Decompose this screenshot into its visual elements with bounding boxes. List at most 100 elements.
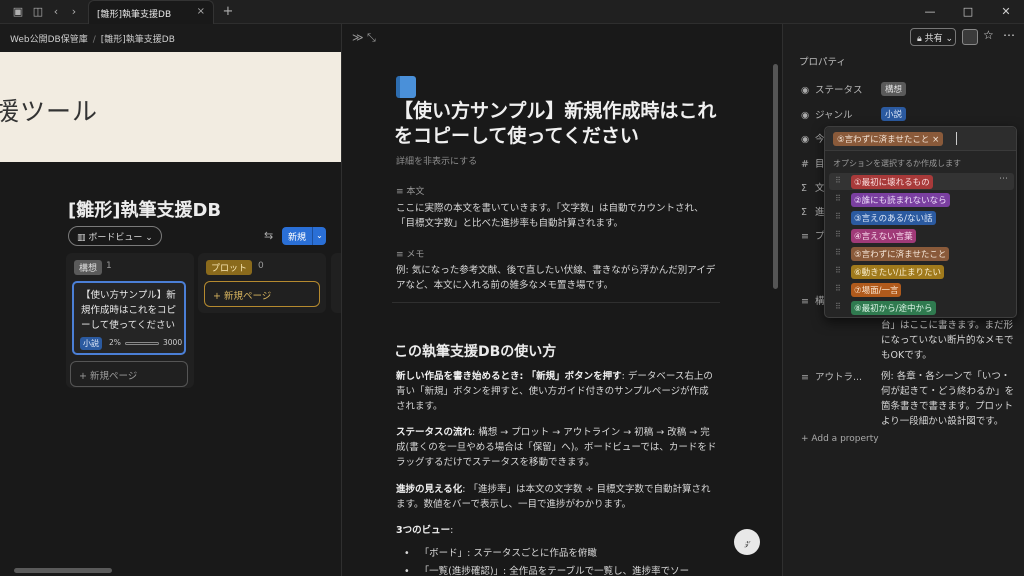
select-option[interactable]: ⠿ ①最初に壊れるもの ⋯	[829, 173, 1014, 190]
breadcrumb-separator: /	[92, 35, 96, 45]
vertical-scrollbar[interactable]	[773, 64, 778, 289]
memo-property-label: ≡ メモ	[396, 250, 425, 260]
property-row-genre[interactable]: ◉ ジャンル	[801, 107, 853, 121]
more-icon[interactable]: ⋯	[999, 174, 1008, 184]
select-option[interactable]: ⠿ ⑤言わずに済ませたこと	[829, 245, 1014, 262]
new-button-label: 新規	[288, 233, 307, 243]
sort-icon[interactable]: ⇆	[264, 229, 273, 242]
remove-icon[interactable]: ×	[932, 135, 939, 145]
body-property-label: ≡ 本文	[396, 187, 425, 197]
paragraph[interactable]: 3つのビュー:	[396, 523, 718, 538]
side-panel-icon[interactable]	[962, 29, 978, 45]
ai-assist-icon[interactable]: 𝓏	[734, 529, 760, 555]
board-column-partial	[331, 253, 341, 313]
chevron-down-icon: ⌄	[142, 233, 153, 243]
view-label: ボードビュー	[88, 233, 143, 243]
genre-value-tag[interactable]: 小説	[881, 107, 907, 121]
collapse-icon[interactable]: ≫ ⤡	[352, 31, 376, 45]
select-hint: オプションを選択するか作成します	[833, 159, 961, 168]
new-page-button[interactable]: + 新規ページ	[204, 281, 320, 307]
property-row[interactable]: # 目	[801, 156, 825, 170]
close-window-icon[interactable]: ✕	[996, 4, 1016, 20]
properties-title: プロパティ	[799, 57, 846, 68]
status-icon: ◉	[801, 85, 810, 96]
drag-handle-icon[interactable]: ⠿	[835, 266, 841, 275]
maximize-icon[interactable]: □	[958, 4, 978, 20]
select-icon: ◉	[801, 110, 810, 121]
breadcrumb-item[interactable]: [雛形]執筆支援DB	[101, 35, 175, 45]
select-option[interactable]: ⠿ ⑦場面/一言	[829, 281, 1014, 298]
new-tab-icon[interactable]: +	[220, 4, 236, 20]
memo-text[interactable]: 例: 気になった参考文献、後で直したい伏線、書きながら浮かんだ別アイデアなど、本…	[396, 263, 718, 293]
property-row[interactable]: ≡ プ	[801, 228, 825, 242]
list-item[interactable]: 「一覧(進捗確認)」: 全作品をテーブルで一覧し、進捗率でソー	[404, 563, 724, 576]
divider	[392, 302, 720, 303]
board-card[interactable]: 【使い方サンプル】新規作成時はこれをコピーして使ってください 小説 2% 300…	[72, 281, 186, 355]
tab-close-icon[interactable]: ×	[197, 6, 205, 17]
drag-handle-icon[interactable]: ⠿	[835, 302, 841, 311]
drag-handle-icon[interactable]: ⠿	[835, 248, 841, 257]
star-icon[interactable]: ☆	[983, 28, 994, 42]
column-count: 1	[106, 261, 112, 271]
view-switcher[interactable]: ▥ ボードビュー ⌄	[68, 226, 162, 246]
card-genre-tag: 小説	[80, 337, 102, 350]
select-option[interactable]: ⠿ ⑧最初から/途中から	[829, 299, 1014, 316]
property-row-status[interactable]: ◉ ステータス	[801, 82, 863, 96]
breadcrumb: Web公開DB保管庫 / [雛形]執筆支援DB	[0, 24, 341, 52]
paragraph[interactable]: ステータスの流れ: 構想 → プロット → アウトライン → 初稿 → 改稿 →…	[396, 425, 718, 470]
number-icon: #	[801, 159, 809, 170]
paragraph[interactable]: 進捗の見える化: 「進捗率」は本文の文字数 ÷ 目標文字数で自動計算されます。数…	[396, 482, 718, 512]
select-option[interactable]: ⠿ ④言えない言葉	[829, 227, 1014, 244]
selected-option-chip[interactable]: ⑤言わずに済ませたこと ×	[833, 132, 944, 146]
page-title[interactable]: 【使い方サンプル】新規作成時はこれをコピーして使ってください	[394, 99, 734, 149]
drag-handle-icon[interactable]: ⠿	[835, 212, 841, 221]
breadcrumb-item[interactable]: Web公開DB保管庫	[10, 35, 88, 45]
drag-handle-icon[interactable]: ⠿	[835, 284, 841, 293]
select-icon: ◉	[801, 134, 810, 145]
drag-handle-icon[interactable]: ⠿	[835, 176, 841, 185]
select-search-input[interactable]: ⑤言わずに済ませたこと ×	[825, 127, 1016, 151]
horizontal-scrollbar[interactable]	[14, 568, 112, 573]
share-button[interactable]: 🔒︎ 共有 ⌄	[910, 28, 956, 46]
paragraph[interactable]: 新しい作品を書き始めるとき: 「新規」ボタンを押す: データベース右上の青い「新…	[396, 369, 718, 414]
select-option[interactable]: ⠿ ②誰にも読まれないなら	[829, 191, 1014, 208]
title-bar: ▣ ◫ ‹ › [雛形]執筆支援DB × + — □ ✕	[0, 0, 1024, 24]
column-status-tag: プロット	[206, 260, 253, 275]
body-text[interactable]: ここに実際の本文を書いていきます。「文字数」は自動でカウントされ、「目標文字数」…	[396, 201, 716, 231]
tab-title: [雛形]執筆支援DB	[97, 10, 172, 20]
back-icon[interactable]: ‹	[48, 4, 64, 20]
select-option[interactable]: ⠿ ③言えのある/ない話	[829, 209, 1014, 226]
text-icon: ≡	[801, 296, 809, 307]
property-row[interactable]: ◉ 今	[801, 131, 825, 145]
more-icon[interactable]: ⋯	[1003, 28, 1015, 42]
new-button[interactable]: 新規 ⌄	[282, 227, 326, 245]
property-text-value[interactable]: 例: 各章・各シーンで「いつ・何が起きて・どう終わるか」を箇条書きで書きます。プ…	[881, 369, 1019, 429]
app-icon[interactable]: ▣	[10, 4, 26, 20]
add-property-button[interactable]: + Add a property	[801, 434, 879, 444]
status-value-tag[interactable]: 構想	[881, 82, 907, 96]
property-text-value[interactable]: 台」はここに書きます。まだ形になっていない断片的なメモでもOKです。	[881, 318, 1019, 363]
section-heading[interactable]: この執筆支援DBの使い方	[394, 341, 556, 361]
drag-handle-icon[interactable]: ⠿	[835, 194, 841, 203]
formula-icon: Σ	[801, 207, 808, 218]
board-icon: ▥	[77, 233, 89, 243]
property-row[interactable]: ≡ 構	[801, 293, 825, 307]
minimize-icon[interactable]: —	[920, 4, 940, 20]
text-icon: ≡	[396, 187, 407, 197]
book-icon[interactable]	[396, 76, 416, 98]
chevron-down-icon[interactable]: ⌄	[312, 227, 326, 245]
column-status-tag: 構想	[74, 260, 103, 275]
property-row-outline[interactable]: ≡ アウトラ...	[801, 369, 862, 383]
select-option[interactable]: ⠿ ⑥動きたい/止まりたい	[829, 263, 1014, 280]
forward-icon[interactable]: ›	[66, 4, 82, 20]
column-count: 0	[258, 261, 264, 271]
hide-details-link[interactable]: 詳細を非表示にする	[396, 154, 477, 167]
sidebar-toggle-icon[interactable]: ◫	[30, 4, 46, 20]
list-item[interactable]: 「ボード」: ステータスごとに作品を俯瞰	[404, 545, 724, 563]
property-row[interactable]: Σ進	[801, 204, 825, 218]
drag-handle-icon[interactable]: ⠿	[835, 230, 841, 239]
new-page-button[interactable]: + 新規ページ	[70, 361, 188, 387]
property-row[interactable]: Σ文	[801, 180, 825, 194]
tab-active[interactable]: [雛形]執筆支援DB ×	[88, 0, 214, 24]
database-title[interactable]: [雛形]執筆支援DB	[68, 196, 221, 222]
